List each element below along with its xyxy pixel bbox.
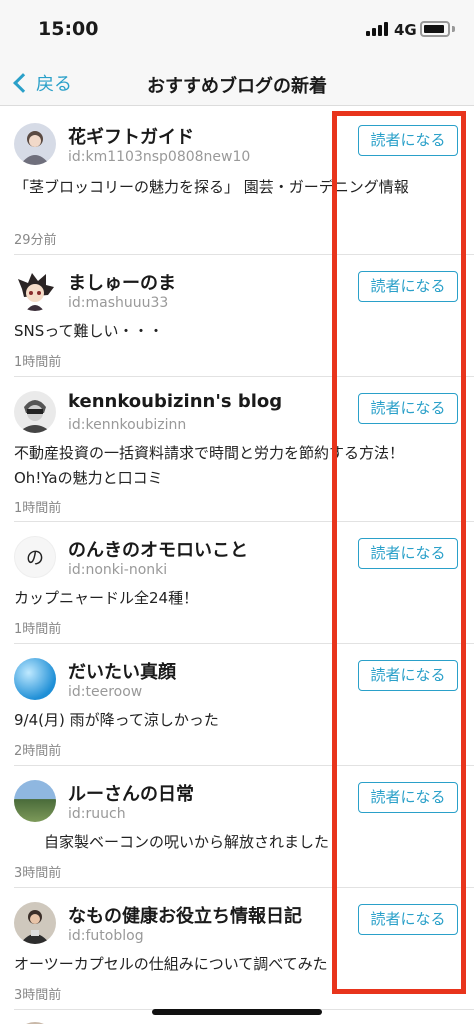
subscribe-button[interactable]: 読者になる: [358, 904, 458, 935]
signal-icon: [366, 22, 388, 36]
list-item[interactable]: だいたい真顔 id:teeroow 読者になる 9/4(月) 雨が降って涼しかっ…: [14, 644, 474, 766]
entry-time: 1時間前: [14, 622, 62, 637]
list-item[interactable]: ルーさんの日常 id:ruuch 読者になる 自家製ベーコンの呪いから解放されま…: [14, 766, 474, 888]
entry-title[interactable]: 「茎ブロッコリーの魅力を探る」 園芸・ガーデニング情報: [14, 175, 444, 200]
blog-id: id:futoblog: [68, 928, 144, 944]
blog-name[interactable]: なもの健康お役立ち情報日記: [68, 902, 302, 928]
blog-name[interactable]: だいたい真顔: [68, 658, 176, 684]
status-bar: 15:00 4G: [0, 0, 474, 60]
subscribe-button[interactable]: 読者になる: [358, 782, 458, 813]
blog-id: id:ruuch: [68, 806, 126, 822]
list-item[interactable]: 花ギフトガイド id:km1103nsp0808new10 読者になる 「茎ブロ…: [14, 107, 474, 255]
network-type: 4G: [394, 21, 417, 39]
list-item[interactable]: なもの健康お役立ち情報日記 id:futoblog 読者になる オーツーカプセル…: [14, 888, 474, 1010]
blog-id: id:nonki-nonki: [68, 562, 168, 578]
entry-title[interactable]: SNSって難しい・・・: [14, 319, 444, 344]
avatar: [14, 780, 56, 822]
avatar: [14, 391, 56, 433]
avatar: の: [14, 536, 56, 578]
list-item[interactable]: の のんきのオモロいこと id:nonki-nonki 読者になる カップニャー…: [14, 522, 474, 644]
battery-icon: [420, 21, 450, 37]
subscribe-button[interactable]: 読者になる: [358, 538, 458, 569]
blog-name[interactable]: ましゅーのま: [68, 269, 176, 295]
entry-title[interactable]: 不動産投資の一括資料請求で時間と労力を節約する方法！Oh!Yaの魅力と口コミ: [14, 441, 444, 491]
list-item[interactable]: ましゅーのま id:mashuuu33 読者になる SNSって難しい・・・ 1時…: [14, 255, 474, 377]
entry-title[interactable]: 9/4(月) 雨が降って涼しかった: [14, 708, 444, 733]
list-item[interactable]: kennkoubizinn's blog id:kennkoubizinn 読者…: [14, 377, 474, 522]
nav-bar: 戻る おすすめブログの新着: [0, 60, 474, 106]
entry-time: 1時間前: [14, 501, 62, 516]
blog-id: id:km1103nsp0808new10: [68, 149, 251, 165]
blog-name[interactable]: kennkoubizinn's blog: [68, 391, 282, 412]
subscribe-button[interactable]: 読者になる: [358, 393, 458, 424]
blog-id: id:mashuuu33: [68, 295, 169, 311]
blog-list: 花ギフトガイド id:km1103nsp0808new10 読者になる 「茎ブロ…: [0, 107, 474, 1024]
status-time: 15:00: [38, 18, 99, 40]
subscribe-button[interactable]: 読者になる: [358, 125, 458, 156]
avatar: [14, 123, 56, 165]
avatar-initial: の: [26, 548, 44, 569]
entry-title[interactable]: オーツーカプセルの仕組みについて調べてみた: [14, 952, 444, 977]
entry-time: 29分前: [14, 233, 57, 248]
blog-name[interactable]: 花ギフトガイド: [68, 123, 194, 149]
entry-time: 3時間前: [14, 866, 62, 881]
page-title: おすすめブログの新着: [147, 76, 327, 97]
blog-id: id:kennkoubizinn: [68, 417, 187, 433]
subscribe-button[interactable]: 読者になる: [358, 271, 458, 302]
entry-time: 3時間前: [14, 988, 62, 1003]
blog-name[interactable]: のんきのオモロいこと: [68, 536, 248, 562]
avatar: [14, 902, 56, 944]
entry-title[interactable]: カップニャードル全24種！: [14, 586, 444, 611]
entry-time: 1時間前: [14, 355, 62, 370]
entry-time: 2時間前: [14, 744, 62, 759]
blog-name[interactable]: ルーさんの日常: [68, 780, 194, 806]
avatar: [14, 658, 56, 700]
battery-cap: [452, 26, 455, 32]
subscribe-button[interactable]: 読者になる: [358, 660, 458, 691]
entry-title[interactable]: 自家製ベーコンの呪いから解放されました: [14, 830, 444, 855]
home-indicator: [152, 1009, 322, 1015]
avatar: [14, 269, 56, 311]
blog-id: id:teeroow: [68, 684, 143, 700]
